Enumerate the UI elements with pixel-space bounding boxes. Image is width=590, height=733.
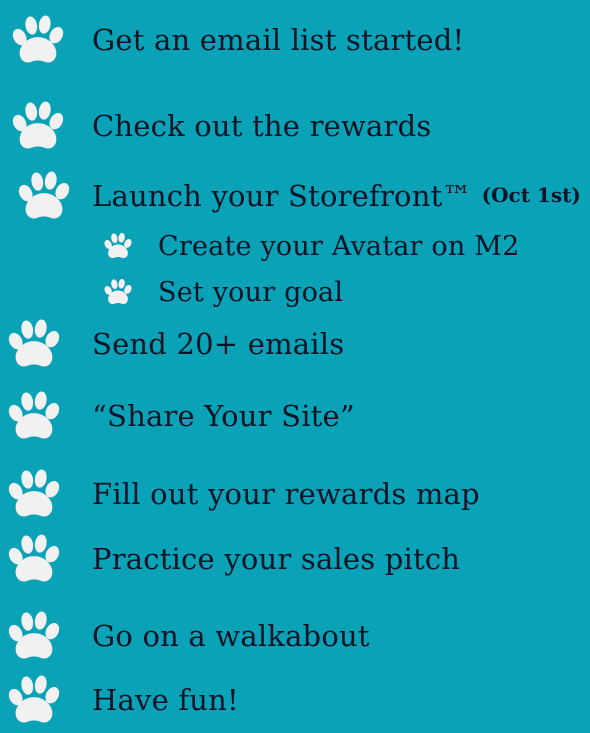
paw-print-icon	[8, 14, 68, 66]
paw-print-icon	[4, 390, 64, 442]
paw-print-icon	[14, 170, 74, 222]
list-item: Practice your sales pitch	[4, 533, 460, 585]
list-item: Create your Avatar on M2	[102, 232, 519, 260]
paw-print-icon	[4, 610, 64, 662]
item-label: Set your goal	[158, 276, 344, 308]
list-item: Go on a walkabout	[4, 610, 370, 662]
item-label: Launch your Storefront™	[92, 178, 472, 213]
item-label: Have fun!	[92, 682, 239, 717]
item-label: Fill out your rewards map	[92, 476, 480, 511]
item-label: Check out the rewards	[92, 108, 432, 143]
item-label: “Share Your Site”	[92, 398, 355, 433]
item-label: Create your Avatar on M2	[158, 230, 520, 262]
list-item: “Share Your Site”	[4, 390, 355, 442]
item-label: Send 20+ emails	[92, 326, 345, 361]
list-item: Have fun!	[4, 674, 239, 726]
checklist-page: { "colors": { "background": "#0aa2b6", "…	[0, 0, 590, 733]
paw-print-icon	[102, 232, 134, 260]
paw-print-icon	[4, 533, 64, 585]
list-item: Launch your Storefront™ (Oct 1st)	[14, 170, 581, 222]
paw-print-icon	[102, 278, 134, 306]
item-label: Practice your sales pitch	[92, 541, 461, 576]
list-item: Send 20+ emails	[4, 318, 344, 370]
paw-print-icon	[4, 318, 64, 370]
paw-print-icon	[4, 674, 64, 726]
launch-date-note: (Oct 1st)	[481, 183, 581, 207]
paw-print-icon	[4, 468, 64, 520]
list-item: Fill out your rewards map	[4, 468, 480, 520]
list-item: Get an email list started!	[8, 14, 464, 66]
list-item: Check out the rewards	[8, 100, 431, 152]
item-label: Get an email list started!	[92, 22, 465, 57]
item-label: Go on a walkabout	[92, 618, 370, 653]
list-item: Set your goal	[102, 278, 343, 306]
paw-print-icon	[8, 100, 68, 152]
